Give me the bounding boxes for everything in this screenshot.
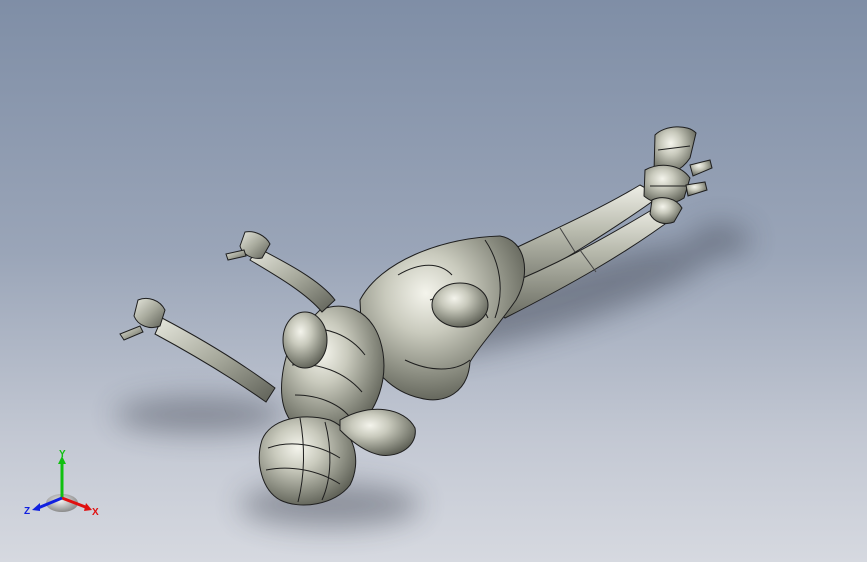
- z-axis-arrow: [32, 503, 40, 511]
- model-render[interactable]: [0, 0, 867, 562]
- y-axis-label: Y: [59, 449, 66, 460]
- x-axis-arrow: [84, 503, 92, 511]
- x-axis-label: X: [92, 507, 99, 518]
- model-hips: [359, 235, 525, 401]
- z-axis-label: Z: [24, 506, 30, 517]
- graphics-viewport[interactable]: Y X Z: [0, 0, 867, 562]
- model-shoes: [643, 126, 713, 225]
- coordinate-triad: Y X Z: [22, 448, 102, 520]
